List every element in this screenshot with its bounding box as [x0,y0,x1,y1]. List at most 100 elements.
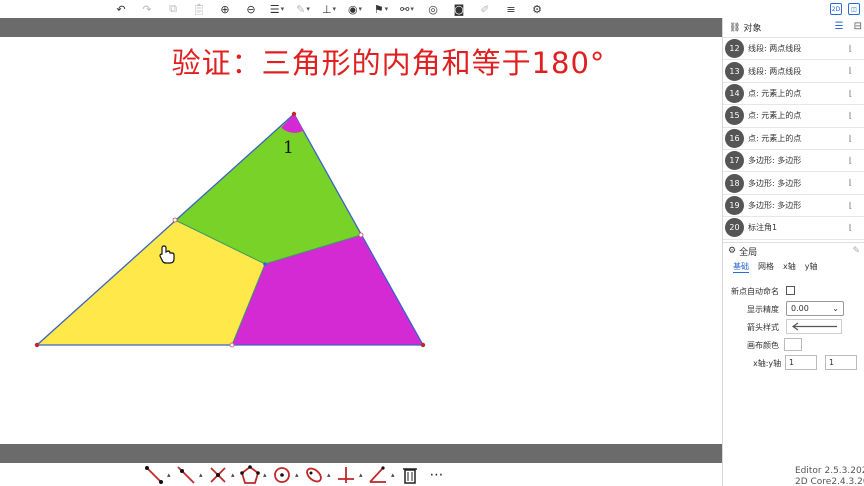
axis-ratio-x-input[interactable]: 1 [785,354,817,370]
list-item[interactable]: 17 多边形: 多边形 ⌊ [723,150,864,173]
object-label: 多边形: 多边形 [748,156,802,166]
arrow-style-select[interactable] [786,318,842,334]
style-icon[interactable]: ✎ ▾ [290,1,316,17]
gear-icon[interactable]: ⚙ [524,1,550,17]
page-title: 验证：三角形的内角和等于180° [171,46,606,80]
object-label: 线段: 两点线段 [748,44,802,54]
list-item[interactable]: 14 点: 元素上的点 ⌊ [723,83,864,106]
drawing-canvas[interactable]: 1 验证：三角形的内角和等于180° [0,37,722,444]
settings-icon[interactable]: ≡ [498,1,524,17]
list-view-icon[interactable]: ☰ [835,21,844,32]
undo-icon[interactable]: ↶ [108,1,134,17]
zoom-out-icon[interactable]: ⊖ [238,1,264,17]
object-action-icon[interactable]: ⌊ [849,178,852,187]
point-on-base[interactable] [229,342,235,348]
trash-icon[interactable] [396,464,423,486]
point-interior[interactable] [263,262,267,266]
zoom-in-icon[interactable]: ⊕ [212,1,238,17]
axis-icon[interactable]: ⊥ ▾ [316,1,342,17]
list-item[interactable]: 18 多边形: 多边形 ⌊ [723,172,864,195]
redo-icon[interactable]: ↷ [134,1,160,17]
canvas-color-swatch[interactable] [784,337,802,351]
tab-y-axis[interactable]: y轴 [805,261,818,272]
angle-tool-icon[interactable] [364,464,391,486]
tab-basic[interactable]: 基础 [733,261,749,273]
axis-tool-icon[interactable] [332,464,359,486]
list-item[interactable]: 13 线段: 两点线段 ⌊ [723,60,864,83]
paste-icon[interactable]: 📋︎ [186,1,212,17]
arrow-style-label: 箭头样式 [747,322,779,332]
circle-tool-icon[interactable] [268,464,295,486]
object-number: 14 [725,83,744,103]
geometry-figure[interactable]: 1 [0,37,722,444]
2d-view-icon[interactable]: 2D [830,3,842,15]
list-item[interactable]: 15 点: 元素上的点 ⌊ [723,105,864,128]
object-number: 13 [725,61,744,81]
canvas-color-label: 画布颜色 [747,340,779,350]
polygon-tool-icon[interactable] [236,464,263,486]
object-label: 线段: 两点线段 [748,66,802,76]
object-number: 20 [725,218,744,238]
trace-icon[interactable]: ⚯ ▾ [394,1,420,17]
line-tool-icon[interactable] [172,464,199,486]
record-icon[interactable]: ◙ [446,1,472,17]
app-window: ↶ ↷ ⧉ 📋︎ ⊕ ⊖ ☰ ▾ ✎ ▾ ⊥ ▾ ◉ ▾ ⚑ ▾ ⚯ ▾ ◎ ◙ ✐ ≡ ⚙… [0,0,864,486]
animate-icon[interactable]: ◎ [420,1,446,17]
panel-edit-icon[interactable]: ✎ [852,246,860,256]
object-action-icon[interactable]: ⌊ [849,66,852,75]
flag-icon[interactable]: ⚑ ▾ [368,1,394,17]
right-panel: ⛓︎ 对象 ☰ ⊟ 12 线段: 两点线段 ⌊ 13 线段: 两点线段 ⌊ 14… [722,18,864,486]
precision-select[interactable]: 0.00 ⌄ [786,300,844,316]
view-mode-icons: 2D ◫ [830,0,864,18]
axis-ratio-row: x轴:y轴 1 1 [723,354,864,372]
bottom-toolbar: ▴ ▴ ▴ ▴ ▴ ▴ ▴ ▴ ⋯ [0,463,722,486]
object-label: 标注角1 [748,223,778,233]
object-number: 16 [725,128,744,148]
vertex-left[interactable] [34,342,40,348]
object-action-icon[interactable]: ⌊ [849,111,852,120]
axis-ratio-label: x轴:y轴 [753,358,782,368]
auto-name-row: 新点自动命名 [723,282,864,300]
auto-name-checkbox[interactable] [786,285,795,295]
tab-x-axis[interactable]: x轴 [783,261,796,272]
axis-ratio-y-input[interactable]: 1 [825,354,857,370]
copy-icon[interactable]: ⧉ [160,1,186,17]
canvas-color-row: 画布颜色 [723,336,864,354]
precision-row: 显示精度 0.00 ⌄ [723,300,864,318]
more-icon[interactable]: ⋯ [423,464,450,486]
object-action-icon[interactable]: ⌊ [849,89,852,98]
tree-view-icon[interactable]: ⊟ [854,21,862,32]
list-item[interactable]: 20 标注角1 ⌊ [723,217,864,240]
object-action-icon[interactable]: ⌊ [849,44,852,53]
object-number: 15 [725,106,744,126]
object-action-icon[interactable]: ⌊ [849,223,852,232]
objects-icon: ⛓︎ [729,22,741,33]
vertex-top[interactable] [291,111,297,117]
segment-tool-icon[interactable] [140,464,167,486]
object-number: 18 [725,173,744,193]
edit-icon[interactable]: ✐ [472,1,498,17]
ellipse-tool-icon[interactable] [300,464,327,486]
object-action-icon[interactable]: ⌊ [849,201,852,210]
list-item[interactable]: 12 线段: 两点线段 ⌊ [723,38,864,61]
arrow-style-row: 箭头样式 [723,318,864,336]
intersect-tool-icon[interactable] [204,464,231,486]
global-tabs: 基础 网格 x轴 y轴 [723,260,864,274]
object-action-icon[interactable]: ⌊ [849,134,852,143]
align-icon[interactable]: ☰ ▾ [264,1,290,17]
eye-icon[interactable]: ◉ ▾ [342,1,368,17]
3d-view-icon[interactable]: ◫ [848,3,860,15]
vertex-right[interactable] [420,342,426,348]
list-item[interactable]: 19 多边形: 多边形 ⌊ [723,195,864,218]
core-version: 2D Core2.4.3.202 [795,477,864,486]
list-item[interactable]: 16 点: 元素上的点 ⌊ [723,128,864,150]
editor-version: Editor 2.5.3.20210 [795,466,864,476]
tab-grid[interactable]: 网格 [758,261,774,272]
object-action-icon[interactable]: ⌊ [849,156,852,165]
point-on-left-edge[interactable] [172,217,178,223]
gear-icon: ⚙ [728,246,737,257]
chevron-down-icon: ⌄ [832,303,839,313]
object-number: 19 [725,195,744,215]
object-number: 17 [725,151,744,171]
point-on-right-edge[interactable] [358,232,364,238]
